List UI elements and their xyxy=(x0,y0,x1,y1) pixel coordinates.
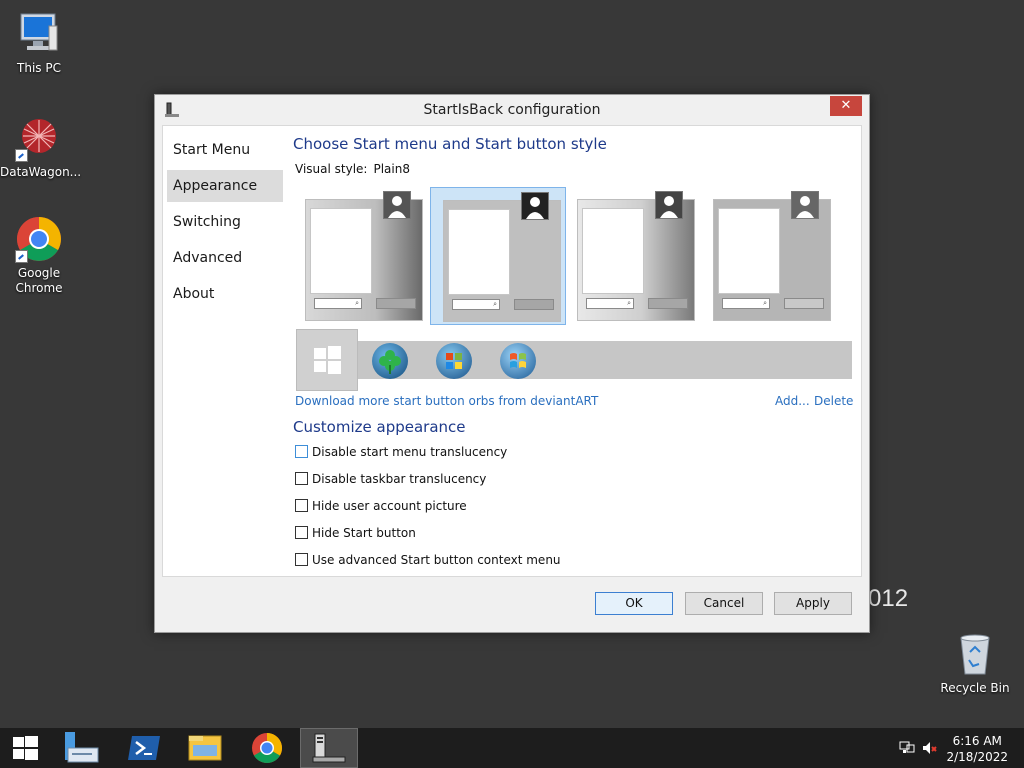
checkbox-advanced-context-menu[interactable]: Use advanced Start button context menu xyxy=(295,553,561,567)
windows-start-icon xyxy=(13,736,38,760)
close-button[interactable]: ✕ xyxy=(830,96,862,116)
add-orb-link[interactable]: Add... xyxy=(775,394,810,408)
windows-logo-icon xyxy=(314,346,341,374)
nav-item-about[interactable]: About xyxy=(167,278,283,310)
checkbox-box[interactable] xyxy=(295,445,308,458)
download-orbs-link[interactable]: Download more start button orbs from dev… xyxy=(295,394,598,408)
startisback-icon xyxy=(312,733,346,763)
orb-windows8-flat[interactable] xyxy=(296,329,358,391)
checkbox-label: Use advanced Start button context menu xyxy=(312,553,561,567)
wallpaper-text: 012 xyxy=(868,585,909,612)
visual-style-label: Visual style: xyxy=(295,162,368,176)
taskbar-chrome[interactable] xyxy=(238,728,296,768)
checkbox-hide-user-account-picture[interactable]: Hide user account picture xyxy=(295,499,467,513)
user-avatar-icon xyxy=(383,191,411,219)
title-bar[interactable]: StartIsBack configuration ✕ xyxy=(155,95,869,125)
taskbar: 6:16 AM 2/18/2022 xyxy=(0,728,1024,768)
orb-windows-vista-icon[interactable] xyxy=(500,343,536,379)
clock-time: 6:16 AM xyxy=(952,734,1002,748)
style-thumbnail-2[interactable]: ⌕ xyxy=(430,187,566,325)
checkbox-hide-start-button[interactable]: Hide Start button xyxy=(295,526,416,540)
folder-icon xyxy=(188,735,222,761)
shortcut-arrow-icon xyxy=(15,149,28,162)
desktop-icon-this-pc[interactable]: This PC xyxy=(0,10,78,76)
network-icon[interactable] xyxy=(899,740,915,756)
orb-clover-icon[interactable] xyxy=(372,343,408,379)
taskbar-server-manager[interactable] xyxy=(52,728,110,768)
orb-windows7-icon[interactable] xyxy=(436,343,472,379)
ok-button[interactable]: OK xyxy=(595,592,673,615)
checkbox-label: Disable taskbar translucency xyxy=(312,472,487,486)
checkbox-box[interactable] xyxy=(295,472,308,485)
desktop-icon-label: This PC xyxy=(17,61,61,75)
shortcut-arrow-icon xyxy=(15,250,28,263)
visual-style-value: Plain8 xyxy=(373,162,410,176)
startisback-config-window: StartIsBack configuration ✕ Start Menu A… xyxy=(154,94,870,633)
computer-icon xyxy=(15,10,63,58)
datawagon-icon xyxy=(15,114,63,162)
search-icon: ⌕ xyxy=(586,298,634,309)
checkbox-disable-start-menu-translucency[interactable]: Disable start menu translucency xyxy=(295,445,507,459)
search-icon: ⌕ xyxy=(722,298,770,309)
start-orb-strip xyxy=(296,329,852,391)
checkbox-box[interactable] xyxy=(295,553,308,566)
taskbar-powershell[interactable] xyxy=(116,728,174,768)
checkbox-box[interactable] xyxy=(295,526,308,539)
appearance-panel: Choose Start menu and Start button style… xyxy=(293,126,858,576)
nav-item-advanced[interactable]: Advanced xyxy=(167,242,283,274)
nav-item-appearance[interactable]: Appearance xyxy=(167,170,283,202)
config-content: Start Menu Appearance Switching Advanced… xyxy=(162,125,862,577)
checkbox-label: Hide user account picture xyxy=(312,499,467,513)
close-icon: ✕ xyxy=(840,98,852,113)
desktop-icon-label: DataWagon... xyxy=(0,165,82,179)
chrome-icon xyxy=(15,215,63,263)
checkbox-label: Disable start menu translucency xyxy=(312,445,508,459)
nav-item-switching[interactable]: Switching xyxy=(167,206,283,238)
nav-list: Start Menu Appearance Switching Advanced… xyxy=(167,134,283,314)
desktop-icon-google-chrome[interactable]: Google Chrome xyxy=(0,215,78,296)
style-thumbnail-3[interactable]: ⌕ xyxy=(565,187,701,325)
window-title: StartIsBack configuration xyxy=(423,102,601,118)
delete-orb-link[interactable]: Delete xyxy=(814,394,853,408)
customize-heading: Customize appearance xyxy=(293,418,466,436)
style-thumbnail-4[interactable]: ⌕ xyxy=(701,187,837,325)
user-avatar-icon xyxy=(655,191,683,219)
search-icon: ⌕ xyxy=(452,299,500,310)
nav-item-start-menu[interactable]: Start Menu xyxy=(167,134,283,166)
desktop-icon-recycle-bin[interactable]: Recycle Bin xyxy=(936,630,1014,696)
server-manager-icon xyxy=(65,732,99,763)
start-button[interactable] xyxy=(0,728,58,768)
apply-button[interactable]: Apply xyxy=(774,592,852,615)
chrome-icon xyxy=(252,733,283,764)
desktop-icon-label: Recycle Bin xyxy=(940,681,1010,695)
style-heading: Choose Start menu and Start button style xyxy=(293,135,607,153)
checkbox-disable-taskbar-translucency[interactable]: Disable taskbar translucency xyxy=(295,472,486,486)
taskbar-startisback[interactable] xyxy=(300,728,358,768)
checkbox-label: Hide Start button xyxy=(312,526,416,540)
power-bar xyxy=(648,298,688,309)
power-bar xyxy=(784,298,824,309)
desktop-icon-label: Google Chrome xyxy=(15,266,63,295)
taskbar-file-explorer[interactable] xyxy=(176,728,234,768)
power-bar xyxy=(514,299,554,310)
visual-style-row: Visual style: Plain8 xyxy=(295,162,410,176)
recycle-bin-icon xyxy=(951,630,999,678)
style-thumbnail-1[interactable]: ⌕ xyxy=(293,187,429,325)
power-bar xyxy=(376,298,416,309)
volume-muted-icon[interactable] xyxy=(922,740,938,756)
desktop-icon-datawagon[interactable]: DataWagon... xyxy=(0,114,82,180)
checkbox-box[interactable] xyxy=(295,499,308,512)
user-avatar-icon xyxy=(521,192,549,220)
taskbar-clock[interactable]: 6:16 AM 2/18/2022 xyxy=(946,733,1008,765)
search-icon: ⌕ xyxy=(314,298,362,309)
powershell-icon xyxy=(128,736,160,760)
clock-date: 2/18/2022 xyxy=(946,750,1008,764)
cancel-button[interactable]: Cancel xyxy=(685,592,763,615)
user-avatar-icon xyxy=(791,191,819,219)
